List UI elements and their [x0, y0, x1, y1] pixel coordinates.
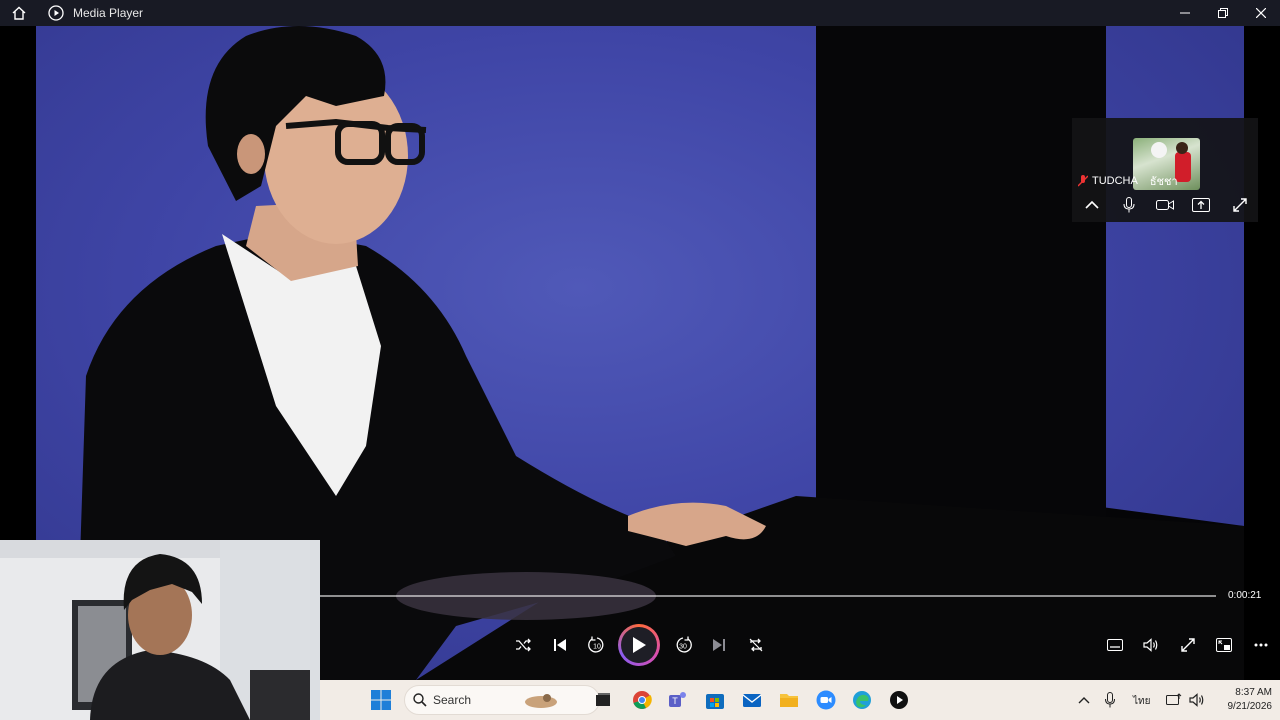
share-screen-button[interactable]	[1190, 194, 1212, 216]
play-icon	[633, 637, 646, 653]
edge-icon	[853, 691, 871, 709]
media-player-icon	[890, 691, 908, 709]
fullscreen-button[interactable]	[1173, 630, 1203, 660]
taskbar-search[interactable]: Search	[404, 685, 600, 715]
forward-30-icon: 30	[676, 636, 692, 653]
clock-date: 9/21/2026	[1227, 701, 1273, 712]
close-button[interactable]	[1242, 0, 1280, 26]
expand-icon	[1233, 198, 1247, 212]
window-title: Media Player	[73, 6, 144, 20]
zoom-button[interactable]	[814, 688, 838, 712]
participant-name: TUDCHA	[1092, 175, 1138, 187]
file-explorer-icon	[780, 694, 798, 707]
volume-button[interactable]	[1136, 630, 1166, 660]
expand-button[interactable]	[1229, 194, 1251, 216]
repeat-button[interactable]	[741, 630, 771, 660]
start-button[interactable]	[369, 688, 393, 712]
home-button[interactable]	[0, 0, 38, 26]
clock-time: 8:37 AM	[1235, 687, 1272, 698]
title-bar: Media Player	[0, 0, 1280, 26]
rewind-10-icon: 10	[588, 636, 604, 653]
search-label: Search	[433, 693, 472, 707]
microphone-muted-icon	[1078, 175, 1088, 187]
task-view-button[interactable]	[591, 688, 615, 712]
clock[interactable]: 8:37 AM 9/21/2026	[1216, 686, 1273, 714]
miniplayer-icon	[1216, 638, 1232, 652]
volume-icon	[1189, 693, 1204, 707]
restore-button[interactable]	[1204, 0, 1242, 26]
rewind-seconds-label: 10	[593, 644, 601, 651]
svg-text:T: T	[672, 696, 678, 706]
file-explorer-button[interactable]	[777, 688, 801, 712]
close-icon	[1256, 8, 1266, 18]
volume-icon	[1143, 638, 1158, 652]
search-icon	[413, 693, 427, 707]
video-button[interactable]	[1154, 194, 1176, 216]
chrome-icon	[633, 691, 652, 709]
forward-seconds-label: 30	[679, 644, 687, 651]
microphone-tray-button[interactable]	[1098, 688, 1122, 712]
windows-start-icon	[371, 690, 391, 710]
home-icon	[12, 6, 26, 20]
edge-button[interactable]	[850, 688, 874, 712]
mute-button[interactable]	[1118, 194, 1140, 216]
taskbar: Search T ไทย 8:37 AM 9/21/2026	[320, 680, 1280, 720]
previous-button[interactable]	[545, 630, 575, 660]
microphone-icon	[1105, 692, 1115, 708]
show-hidden-icons-button[interactable]	[1072, 688, 1096, 712]
store-icon	[706, 694, 724, 709]
more-options-button[interactable]	[1246, 630, 1276, 660]
chevron-up-icon	[1078, 697, 1090, 704]
share-screen-icon	[1192, 198, 1210, 212]
forward-button[interactable]: 30	[668, 630, 698, 660]
play-button[interactable]	[618, 624, 660, 666]
repeat-icon	[749, 638, 763, 652]
zoom-icon	[816, 690, 836, 710]
next-icon	[713, 639, 725, 651]
chevron-up-icon	[1085, 200, 1099, 209]
chrome-button[interactable]	[630, 688, 654, 712]
captions-button[interactable]	[1100, 630, 1130, 660]
next-button[interactable]	[704, 630, 734, 660]
volume-tray-button[interactable]	[1185, 688, 1209, 712]
minimize-icon	[1180, 12, 1190, 14]
network-icon	[1166, 693, 1182, 705]
widget-icon	[525, 694, 558, 708]
fullscreen-icon	[1181, 638, 1195, 652]
zoom-floating-panel[interactable]: TUDCHA ธัชชา	[1072, 118, 1258, 222]
presenter-webcam-image	[0, 540, 320, 720]
shuffle-icon	[516, 638, 531, 652]
captions-icon	[1107, 639, 1123, 651]
collapse-panel-button[interactable]	[1081, 194, 1103, 216]
seek-bar[interactable]	[320, 594, 1216, 598]
store-button[interactable]	[703, 688, 727, 712]
teams-button[interactable]: T	[666, 688, 690, 712]
seek-track	[320, 595, 1216, 597]
participant-name-row: TUDCHA ธัชชา	[1078, 172, 1178, 190]
miniplayer-button[interactable]	[1209, 630, 1239, 660]
mail-icon	[742, 694, 762, 707]
media-player-icon	[48, 5, 64, 21]
shuffle-button[interactable]	[508, 630, 538, 660]
network-button[interactable]	[1162, 688, 1186, 712]
participant-name-thai: ธัชชา	[1149, 176, 1178, 188]
teams-icon: T	[669, 692, 686, 707]
webcam-overlay	[0, 540, 320, 720]
rewind-button[interactable]: 10	[582, 630, 612, 660]
input-language[interactable]: ไทย	[1133, 694, 1150, 709]
elapsed-time: 0:00:21	[1228, 590, 1262, 601]
taskview-icon	[596, 693, 610, 706]
video-camera-icon	[1156, 200, 1174, 210]
restore-icon	[1218, 8, 1228, 18]
previous-icon	[554, 639, 566, 651]
more-icon	[1254, 643, 1268, 647]
mail-button[interactable]	[740, 688, 764, 712]
screen: Media Player TUDCHA ธัชชา 0:00:21 10 30 …	[0, 0, 1280, 720]
microphone-icon	[1123, 197, 1135, 213]
minimize-button[interactable]	[1166, 0, 1204, 26]
media-player-taskbar-button[interactable]	[887, 688, 911, 712]
